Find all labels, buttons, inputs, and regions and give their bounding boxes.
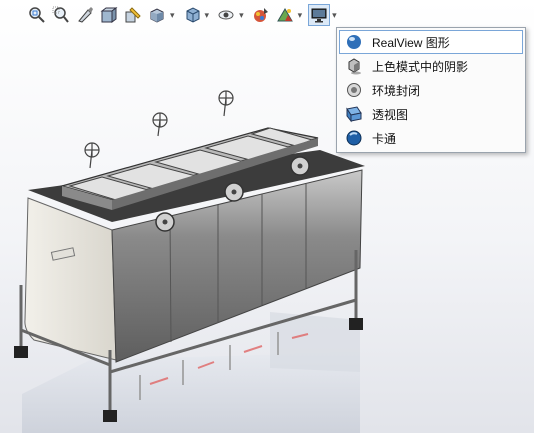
menu-item-label: 透视图 — [372, 107, 409, 122]
view-settings-button[interactable] — [308, 4, 331, 26]
zoom-to-area-button[interactable] — [50, 4, 72, 26]
hide-show-items-icon — [218, 10, 234, 20]
menu-item-label: 上色模式中的阴影 — [372, 59, 469, 74]
view-orientation-button[interactable] — [146, 4, 168, 26]
display-style-icon — [186, 7, 200, 23]
display-style-dropdown[interactable]: ▾ — [205, 4, 210, 26]
previous-view-button[interactable] — [74, 4, 96, 26]
dynamic-annotation-icon — [125, 7, 141, 23]
menu-item-cartoon[interactable]: 卡通 — [339, 126, 523, 150]
cartoon-sphere-icon — [344, 128, 364, 148]
view-settings-menu: RealView 图形 上色模式中的阴影 环境封闭 透视图 卡通 — [336, 27, 526, 153]
view-settings-icon — [311, 8, 327, 23]
zoom-to-fit-button[interactable] — [26, 4, 48, 26]
apply-scene-button[interactable] — [274, 4, 296, 26]
display-style-button[interactable] — [181, 4, 203, 26]
hide-show-items-button[interactable] — [215, 4, 237, 26]
menu-item-realview[interactable]: RealView 图形 — [339, 30, 523, 54]
menu-item-perspective[interactable]: 透视图 — [339, 102, 523, 126]
view-orientation-icon — [150, 8, 164, 23]
zoom-to-area-icon — [52, 6, 69, 23]
edit-appearance-button[interactable] — [250, 4, 272, 26]
dynamic-annotation-button[interactable] — [122, 4, 144, 26]
view-settings-dropdown[interactable]: ▾ — [332, 4, 337, 26]
perspective-icon — [344, 104, 364, 124]
ambient-occlusion-icon — [344, 80, 364, 100]
edit-appearance-icon — [253, 8, 268, 22]
zoom-to-fit-icon — [29, 7, 45, 23]
apply-scene-icon — [276, 8, 293, 22]
view-orientation-dropdown[interactable]: ▾ — [170, 4, 175, 26]
shadows-cube-icon — [344, 56, 364, 76]
heads-up-view-toolbar: ▾ ▾ ▾ ▾ ▾ — [0, 0, 534, 30]
menu-item-label: 卡通 — [372, 131, 397, 146]
section-view-button[interactable] — [98, 4, 120, 26]
section-view-icon — [100, 7, 118, 23]
realview-sphere-icon — [344, 32, 364, 52]
menu-item-label: 环境封闭 — [372, 83, 421, 98]
menu-item-label: RealView 图形 — [372, 35, 450, 50]
hide-show-dropdown[interactable]: ▾ — [239, 4, 244, 26]
previous-view-icon — [78, 7, 93, 23]
menu-item-ambient-occlusion[interactable]: 环境封闭 — [339, 78, 523, 102]
apply-scene-dropdown[interactable]: ▾ — [298, 4, 303, 26]
menu-item-shadows[interactable]: 上色模式中的阴影 — [339, 54, 523, 78]
